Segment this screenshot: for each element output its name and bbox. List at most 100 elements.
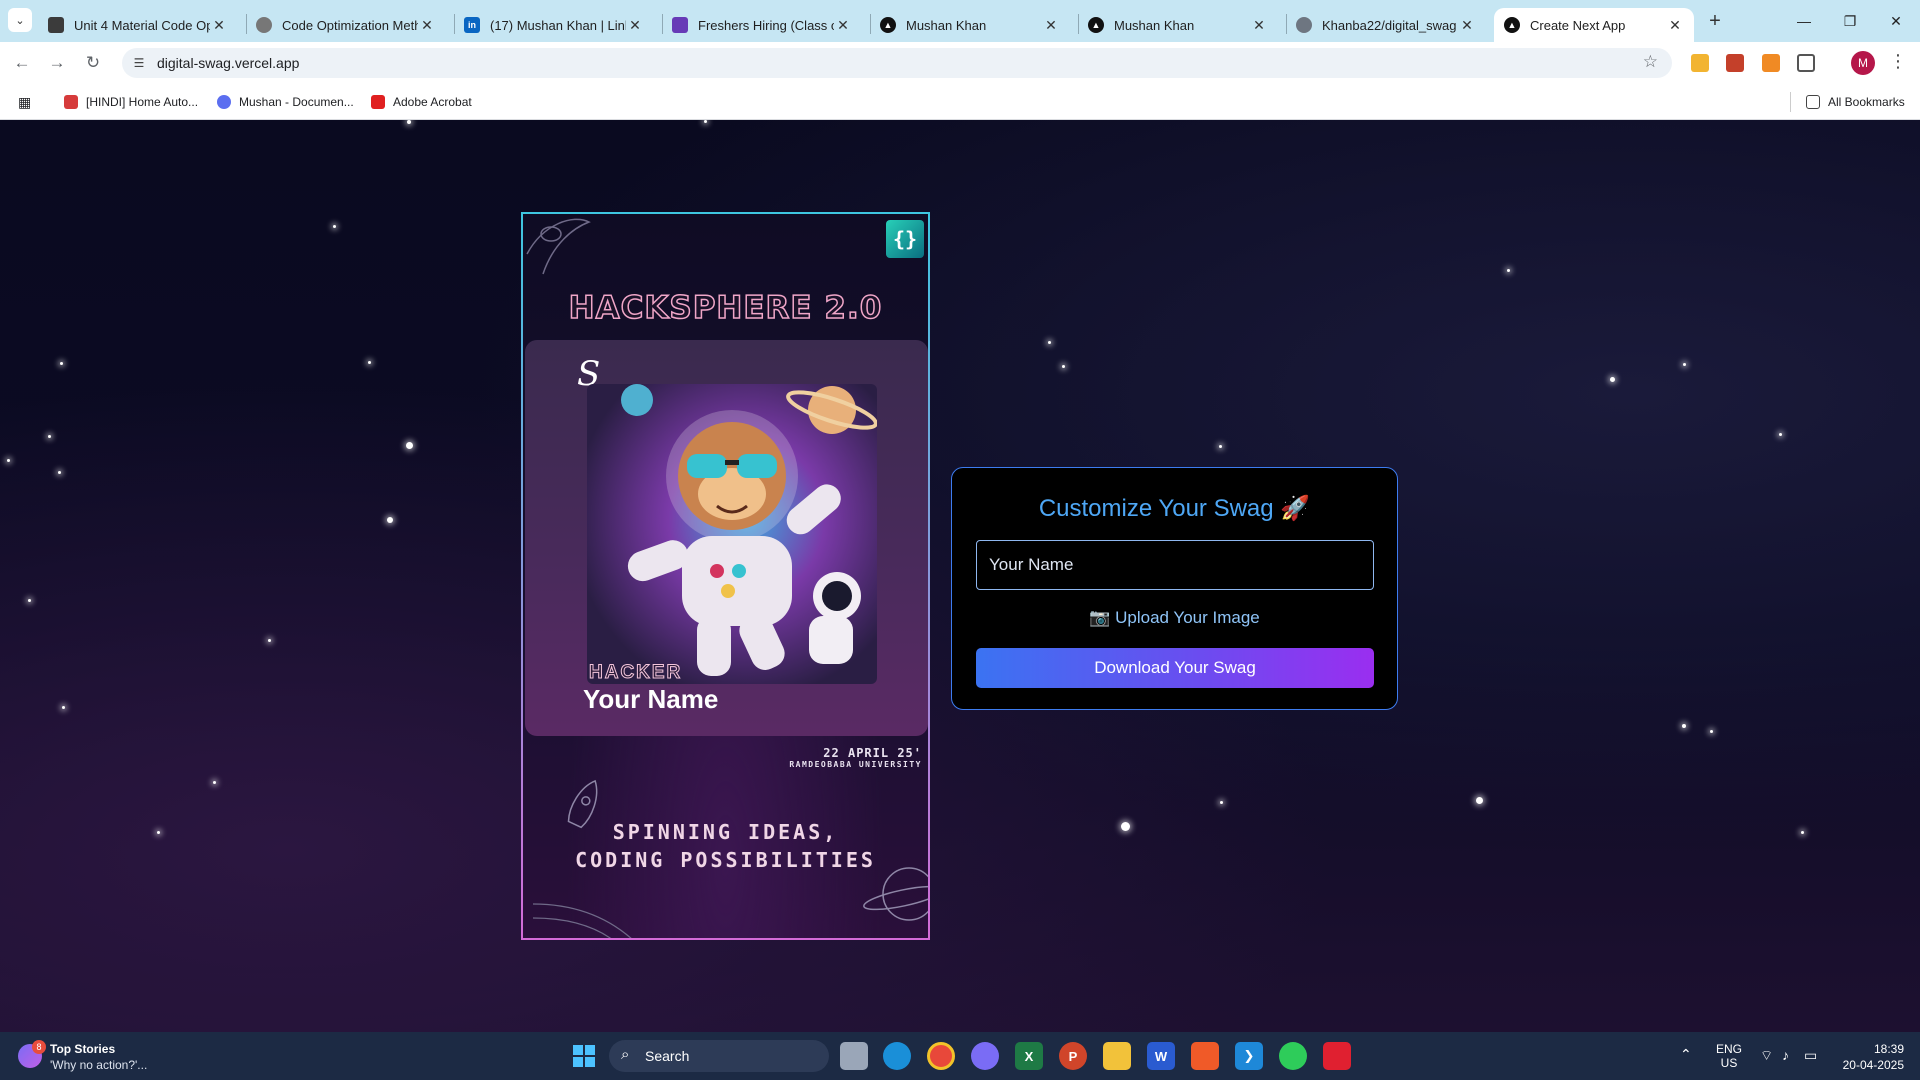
- bookmark-star-icon[interactable]: ☆: [1643, 52, 1658, 72]
- word-icon[interactable]: W: [1147, 1042, 1175, 1070]
- orbit-doodle-icon: [533, 903, 632, 938]
- close-icon[interactable]: ✕: [210, 17, 228, 34]
- bookmarks-divider: [1790, 92, 1791, 112]
- back-button[interactable]: ←: [9, 50, 35, 76]
- tab-mushan-khan-2[interactable]: ▲ Mushan Khan ✕: [1078, 8, 1278, 42]
- language-indicator[interactable]: ENG US: [1716, 1042, 1742, 1070]
- panel-title: Customize Your Swag 🚀: [1038, 495, 1311, 522]
- minimize-button[interactable]: —: [1781, 8, 1827, 34]
- site-info-icon[interactable]: ☰: [130, 54, 148, 72]
- edge-icon[interactable]: [883, 1042, 911, 1070]
- bookmark-adobe-acrobat[interactable]: Adobe Acrobat: [371, 92, 472, 112]
- tab-search-button[interactable]: ⌄: [8, 8, 32, 32]
- star-dot: [1710, 730, 1713, 733]
- news-subtitle: 'Why no action?'...: [50, 1058, 148, 1072]
- windows-start-icon[interactable]: [570, 1042, 598, 1070]
- taskbar-search[interactable]: ⌕ Search: [609, 1040, 829, 1072]
- star-dot: [406, 442, 413, 449]
- bookmark-home-auto[interactable]: [HINDI] Home Auto...: [64, 92, 198, 112]
- bookmarks-bar: ▦ [HINDI] Home Auto... Mushan - Documen.…: [0, 84, 1920, 120]
- tab-github-digital-swag[interactable]: Khanba22/digital_swag ✕: [1286, 8, 1486, 42]
- avatar-card: S2: [525, 340, 928, 736]
- planet-doodle-icon: [526, 218, 591, 275]
- poster-name-label: Your Name: [583, 684, 719, 714]
- close-icon[interactable]: ✕: [418, 17, 436, 34]
- brave-icon[interactable]: [1191, 1042, 1219, 1070]
- star-dot: [60, 362, 63, 365]
- clock-time: 18:39: [1873, 1042, 1904, 1056]
- bookmark-mushan-document[interactable]: Mushan - Documen...: [217, 92, 354, 112]
- news-widget[interactable]: 8 Top Stories 'Why no action?'...: [18, 1038, 178, 1074]
- close-icon[interactable]: ✕: [1250, 17, 1268, 34]
- star-dot: [368, 361, 371, 364]
- lang-code: ENG: [1716, 1042, 1743, 1056]
- news-title: Top Stories: [50, 1042, 116, 1056]
- extension-icon[interactable]: [1691, 54, 1709, 72]
- copilot-icon[interactable]: [971, 1042, 999, 1070]
- download-swag-button[interactable]: Download Your Swag: [976, 648, 1374, 688]
- powerpoint-icon[interactable]: P: [1059, 1042, 1087, 1070]
- linkedin-icon: in: [464, 17, 480, 33]
- vscode-icon[interactable]: ❯: [1235, 1042, 1263, 1070]
- folder-icon: [1806, 95, 1820, 109]
- news-badge: 8: [32, 1040, 46, 1054]
- bookmark-label: Adobe Acrobat: [393, 95, 472, 109]
- tab-mushan-khan-1[interactable]: ▲ Mushan Khan ✕: [870, 8, 1070, 42]
- file-explorer-icon[interactable]: [1103, 1042, 1131, 1070]
- event-venue: RAMDEOBABA UNIVERSITY: [789, 760, 922, 769]
- wifi-icon[interactable]: ⌔: [1760, 1047, 1773, 1065]
- whatsapp-icon[interactable]: [1279, 1042, 1307, 1070]
- show-hidden-icons-icon[interactable]: ⌃: [1680, 1046, 1692, 1063]
- metamask-icon[interactable]: [1762, 54, 1780, 72]
- forward-button[interactable]: →: [44, 50, 70, 76]
- tab-create-next-app[interactable]: ▲ Create Next App ✕: [1494, 8, 1694, 42]
- close-icon[interactable]: ✕: [834, 17, 852, 34]
- new-tab-button[interactable]: +: [1702, 8, 1728, 34]
- form-icon: [672, 17, 688, 33]
- acrobat-icon: [371, 95, 385, 109]
- close-icon[interactable]: ✕: [1042, 17, 1060, 34]
- close-icon[interactable]: ✕: [626, 17, 644, 34]
- vercel-icon: ▲: [880, 17, 896, 33]
- tab-title: Mushan Khan: [1114, 17, 1195, 33]
- restore-button[interactable]: ❐: [1827, 8, 1873, 34]
- vercel-icon: ▲: [1088, 17, 1104, 33]
- profile-avatar[interactable]: M: [1851, 51, 1875, 75]
- battery-icon[interactable]: ▭: [1804, 1047, 1817, 1064]
- reload-button[interactable]: ↻: [80, 50, 106, 76]
- chrome-icon[interactable]: [927, 1042, 955, 1070]
- tab-freshers-hiring[interactable]: Freshers Hiring (Class of 2 ✕: [662, 8, 862, 42]
- tab-code-optimization[interactable]: Code Optimization Metho ✕: [246, 8, 446, 42]
- video-icon: [64, 95, 78, 109]
- star-dot: [1476, 797, 1483, 804]
- github-icon: [1296, 17, 1312, 33]
- apps-grid-icon[interactable]: ▦: [18, 92, 31, 112]
- planet-doodle-icon: [863, 867, 928, 921]
- menu-kebab-icon[interactable]: ⋮: [1889, 51, 1907, 72]
- close-icon[interactable]: ✕: [1458, 17, 1476, 34]
- address-bar[interactable]: ☰ digital-swag.vercel.app ☆: [122, 48, 1672, 78]
- hacksphere-logo: {}: [886, 220, 924, 258]
- tab-linkedin[interactable]: in (17) Mushan Khan | Linked ✕: [454, 8, 654, 42]
- tab-unit4-material[interactable]: Unit 4 Material Code Opti ✕: [38, 8, 238, 42]
- close-window-button[interactable]: ✕: [1873, 8, 1919, 34]
- name-input[interactable]: [976, 540, 1374, 590]
- extension-icon[interactable]: [1726, 54, 1744, 72]
- close-icon[interactable]: ✕: [1666, 17, 1684, 34]
- extensions-puzzle-icon[interactable]: [1797, 54, 1815, 72]
- all-bookmarks-button[interactable]: All Bookmarks: [1806, 92, 1905, 112]
- acrobat-taskbar-icon[interactable]: [1323, 1042, 1351, 1070]
- browser-toolbar: ← → ↻ ☰ digital-swag.vercel.app ☆ M ⋮: [0, 42, 1920, 84]
- all-bookmarks-label: All Bookmarks: [1828, 95, 1905, 109]
- volume-icon[interactable]: ♪: [1782, 1047, 1789, 1063]
- task-view-icon[interactable]: [840, 1042, 868, 1070]
- excel-icon[interactable]: X: [1015, 1042, 1043, 1070]
- clock[interactable]: 18:39 20-04-2025: [1838, 1041, 1904, 1073]
- star-dot: [1683, 363, 1686, 366]
- clock-date: 20-04-2025: [1842, 1058, 1904, 1072]
- event-date-text: 22 APRIL 25': [823, 746, 922, 760]
- doc-icon: [217, 95, 231, 109]
- upload-image-button[interactable]: 📷 Upload Your Image: [952, 608, 1397, 628]
- tab-title: Unit 4 Material Code Opti: [74, 17, 210, 33]
- tab-title: Code Optimization Metho: [282, 17, 418, 33]
